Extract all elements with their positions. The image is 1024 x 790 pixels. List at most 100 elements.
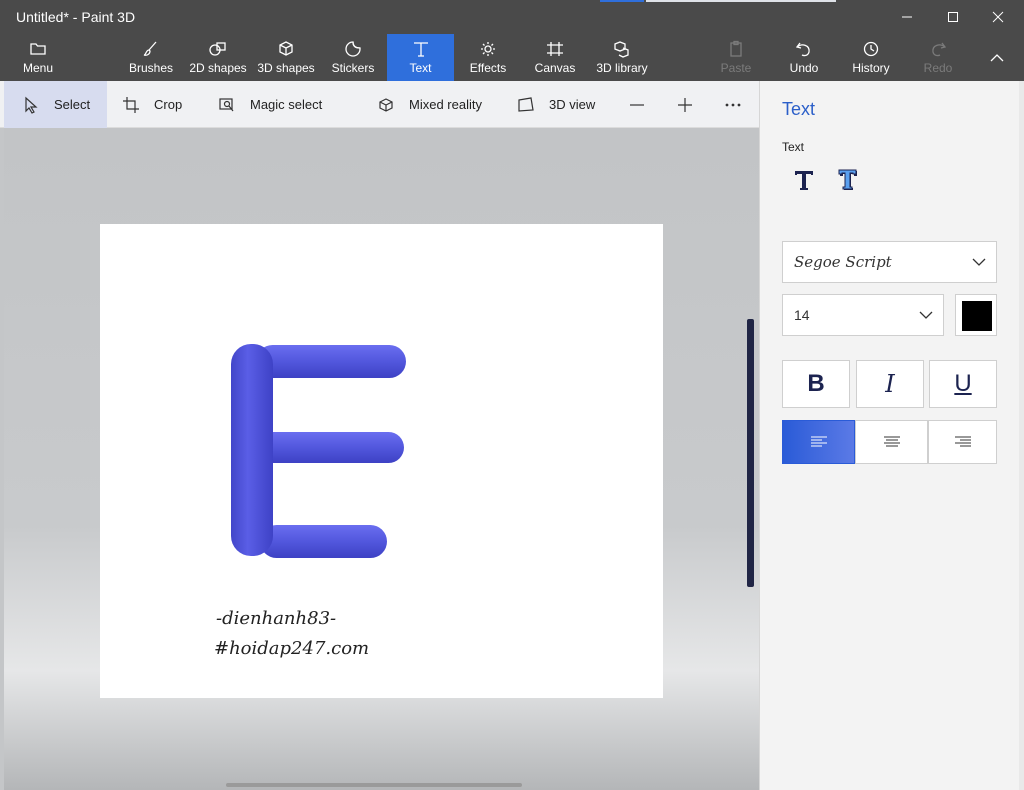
effects-button[interactable]: Effects (465, 34, 511, 81)
canvas-button[interactable]: Canvas (533, 34, 577, 81)
history-button[interactable]: History (849, 34, 893, 81)
title-highlight-secondary (646, 0, 836, 2)
3d-text-icon (838, 169, 857, 190)
2d-text-button[interactable] (791, 167, 817, 193)
text-label: Text (409, 61, 432, 75)
crop-tool[interactable]: Crop (122, 81, 182, 128)
ribbon: Menu Brushes 2D shapes 3D shapes Sticker… (0, 34, 1024, 81)
crop-icon (123, 96, 139, 113)
chevron-down-icon (972, 258, 986, 266)
paste-button[interactable]: Paste (717, 34, 755, 81)
minimize-button[interactable] (884, 0, 930, 34)
panel-title: Text (782, 99, 816, 119)
underline-button[interactable]: U (929, 360, 997, 408)
select-tool[interactable]: Select (4, 81, 107, 128)
font-family-dropdown[interactable]: Segoe Script (782, 241, 997, 283)
align-right-button[interactable] (928, 420, 997, 464)
cursor-icon (25, 96, 38, 114)
bold-button[interactable]: B (782, 360, 850, 408)
horizontal-scrollbar[interactable] (226, 783, 522, 787)
canvas-icon (547, 42, 563, 56)
2d-shapes-label: 2D shapes (189, 61, 247, 75)
align-center-button[interactable] (855, 420, 928, 464)
undo-icon (795, 42, 810, 57)
2d-text-icon (795, 171, 813, 190)
minus-icon (630, 103, 644, 106)
menu-button[interactable]: Menu (14, 34, 62, 81)
history-icon (863, 41, 879, 57)
2d-shapes-icon (209, 42, 226, 56)
text-section-label: Text (782, 140, 805, 154)
text-color-swatch[interactable] (955, 294, 997, 336)
align-center-icon (883, 436, 900, 447)
cube-icon (279, 41, 293, 56)
font-family-value: Segoe Script (794, 253, 892, 271)
history-label: History (852, 61, 890, 75)
watermark-author: -dienhanh83- (216, 608, 337, 629)
align-left-icon (810, 436, 827, 447)
chevron-up-icon (990, 54, 1004, 62)
effects-label: Effects (469, 61, 507, 75)
redo-button[interactable]: Redo (920, 34, 956, 81)
3d-shapes-label: 3D shapes (257, 61, 315, 75)
library-icon (614, 41, 629, 58)
vertical-scrollbar[interactable] (747, 319, 754, 587)
close-icon (992, 11, 1004, 23)
close-button[interactable] (975, 0, 1021, 34)
watermark-site: #hoidap247.com (214, 638, 370, 659)
crop-label: Crop (154, 97, 183, 112)
undo-label: Undo (789, 61, 819, 75)
paste-label: Paste (720, 61, 752, 75)
text-icon (413, 42, 428, 57)
zoom-in-button[interactable] (676, 81, 694, 128)
chevron-down-icon (919, 311, 933, 319)
font-size-dropdown[interactable]: 14 (782, 294, 944, 336)
secondary-toolbar: Select Crop Magic select Mixed reality 3… (0, 81, 759, 128)
undo-button[interactable]: Undo (784, 34, 824, 81)
select-label: Select (54, 97, 91, 112)
brushes-label: Brushes (128, 61, 174, 75)
ellipsis-icon (725, 103, 741, 106)
text-properties-panel: Text Text Segoe Script 14 B I U (759, 81, 1019, 790)
mixed-reality-label: Mixed reality (409, 97, 482, 112)
paste-icon (730, 40, 742, 57)
mixed-reality-icon (379, 97, 393, 112)
maximize-icon (948, 12, 958, 22)
stickers-button[interactable]: Stickers (328, 34, 378, 81)
canvas-label: Canvas (534, 61, 576, 75)
menu-label: Menu (22, 61, 54, 75)
mixed-reality-tool[interactable]: Mixed reality (377, 81, 482, 128)
align-right-icon (954, 436, 971, 447)
redo-label: Redo (923, 61, 953, 75)
maximize-button[interactable] (930, 0, 976, 34)
zoom-out-button[interactable] (628, 81, 646, 128)
2d-shapes-button[interactable]: 2D shapes (187, 34, 249, 81)
collapse-ribbon-button[interactable] (980, 34, 1014, 81)
3d-view-label: 3D view (549, 97, 596, 112)
magic-select-tool[interactable]: Magic select (218, 81, 322, 128)
font-size-value: 14 (794, 307, 810, 323)
window-title: Untitled* - Paint 3D (16, 9, 136, 25)
3d-view-icon (518, 96, 534, 112)
magic-select-label: Magic select (250, 97, 323, 112)
align-left-button[interactable] (782, 420, 855, 464)
more-options-button[interactable] (724, 81, 742, 128)
3d-library-button[interactable]: 3D library (593, 34, 651, 81)
redo-icon (932, 42, 947, 57)
3d-shapes-button[interactable]: 3D shapes (255, 34, 317, 81)
brushes-button[interactable]: Brushes (124, 34, 178, 81)
minimize-icon (902, 16, 912, 18)
3d-letter-e[interactable] (230, 343, 408, 561)
italic-button[interactable]: I (856, 360, 924, 408)
magic-select-icon (219, 97, 234, 111)
3d-view-tool[interactable]: 3D view (517, 81, 595, 128)
text-button[interactable]: Text (387, 34, 454, 81)
sun-icon (481, 42, 495, 56)
folder-icon (30, 43, 46, 55)
title-highlight (600, 0, 644, 2)
text-color-fill (962, 301, 992, 331)
right-edge-strip (1019, 81, 1024, 790)
3d-text-button[interactable] (835, 167, 861, 193)
stickers-label: Stickers (331, 61, 375, 75)
plus-icon (678, 97, 692, 112)
